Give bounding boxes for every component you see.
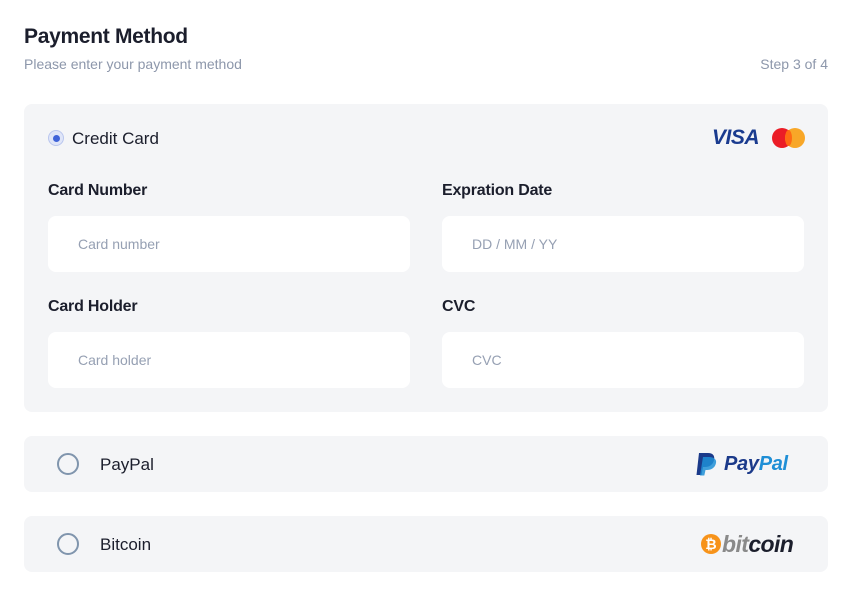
page-subtitle: Please enter your payment method [24, 56, 242, 72]
page-header: Payment Method Please enter your payment… [24, 24, 828, 74]
step-indicator: Step 3 of 4 [760, 56, 828, 72]
paypal-logo-text-pal: Pal [758, 452, 788, 475]
credit-card-radio[interactable] [48, 130, 64, 146]
bitcoin-label[interactable]: Bitcoin [100, 535, 151, 555]
card-holder-input[interactable] [48, 332, 410, 388]
credit-card-label[interactable]: Credit Card [72, 129, 159, 149]
bitcoin-radio[interactable] [57, 533, 79, 555]
page-title: Payment Method [24, 25, 188, 48]
paypal-logo: PayPal [696, 452, 788, 476]
paypal-p-icon [696, 453, 717, 476]
card-holder-label: Card Holder [48, 298, 138, 315]
bitcoin-logo-text-bit: bit [722, 531, 749, 557]
cvc-label: CVC [442, 298, 476, 315]
paypal-option-panel[interactable]: PayPal PayPal [24, 436, 828, 492]
mastercard-logo [772, 128, 806, 148]
bitcoin-logo: ₿ bitcoin [701, 531, 794, 557]
bitcoin-logo-text-coin: coin [748, 531, 794, 557]
card-number-label: Card Number [48, 182, 148, 199]
paypal-radio[interactable] [57, 453, 79, 475]
bitcoin-option-panel[interactable]: Bitcoin ₿ bitcoin [24, 516, 828, 572]
paypal-logo-text-pay: Pay [724, 452, 759, 475]
cvc-input[interactable] [442, 332, 804, 388]
bitcoin-coin-icon: ₿ [701, 534, 721, 554]
expiration-date-label: Expration Date [442, 182, 553, 199]
visa-logo: VISA [712, 126, 760, 149]
credit-card-option-panel: Credit Card VISA Card Number Expration D… [24, 104, 828, 412]
paypal-label[interactable]: PayPal [100, 455, 154, 475]
card-number-input[interactable] [48, 216, 410, 272]
expiration-date-input[interactable] [442, 216, 804, 272]
